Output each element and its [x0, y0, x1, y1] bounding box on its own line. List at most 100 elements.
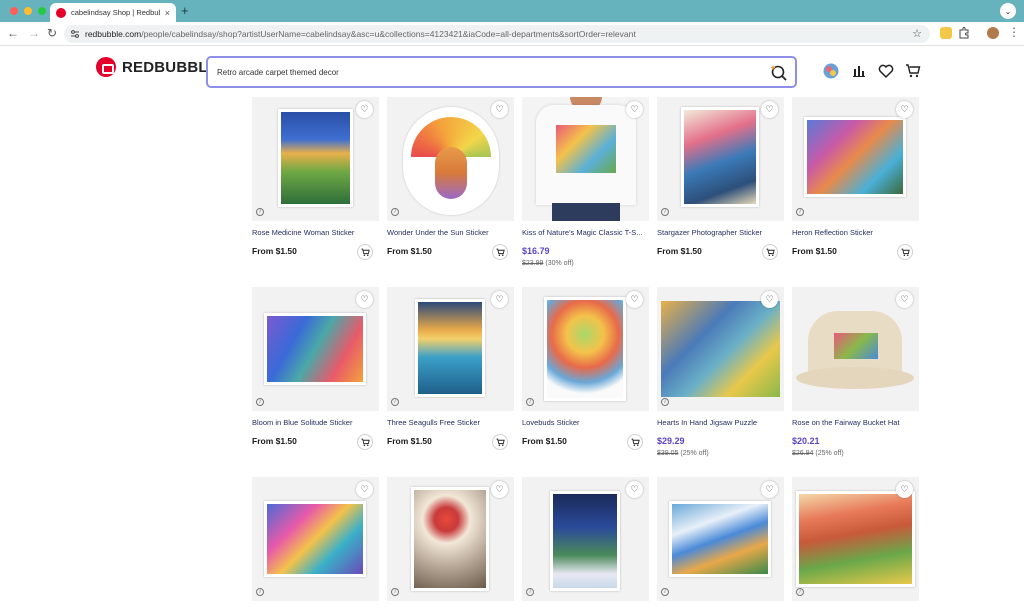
- product-image[interactable]: ♡: [792, 287, 919, 411]
- product-image[interactable]: ♡ i: [252, 477, 379, 601]
- product-image[interactable]: ♡ i: [387, 287, 514, 411]
- product-title[interactable]: Bloom in Blue Solitude Sticker: [252, 418, 379, 427]
- product-image[interactable]: ♡ i: [522, 477, 649, 601]
- close-window-button[interactable]: [10, 7, 18, 15]
- heart-icon[interactable]: ♡: [356, 481, 373, 498]
- heart-icon[interactable]: ♡: [761, 481, 778, 498]
- product-title[interactable]: Rose on the Fairway Bucket Hat: [792, 418, 919, 427]
- product-image[interactable]: ♡ i: [522, 287, 649, 411]
- product-title[interactable]: Wonder Under the Sun Sticker: [387, 228, 514, 237]
- product-price: From $1.50: [522, 436, 567, 446]
- minimize-window-button[interactable]: [24, 7, 32, 15]
- cart-icon[interactable]: [905, 63, 921, 79]
- browser-tabbar: cabelindsay Shop | Redbubble × + ⌄: [0, 0, 1024, 22]
- add-to-cart-icon[interactable]: [897, 244, 913, 260]
- product-title[interactable]: Stargazer Photographer Sticker: [657, 228, 784, 237]
- product-title[interactable]: Heron Reflection Sticker: [792, 228, 919, 237]
- heart-icon[interactable]: ♡: [491, 481, 508, 498]
- product-image[interactable]: ♡: [522, 97, 649, 221]
- product-title[interactable]: Hearts In Hand Jigsaw Puzzle: [657, 418, 784, 427]
- address-bar[interactable]: redbubble.com/people/cabelindsay/shop?ar…: [64, 25, 930, 43]
- add-to-cart-icon[interactable]: [492, 244, 508, 260]
- maximize-window-button[interactable]: [38, 7, 46, 15]
- bookmark-star-icon[interactable]: ☆: [912, 27, 922, 40]
- info-icon[interactable]: i: [796, 588, 804, 596]
- info-icon[interactable]: i: [661, 208, 669, 216]
- info-icon[interactable]: i: [661, 588, 669, 596]
- product-image[interactable]: ♡ i: [387, 97, 514, 221]
- heart-icon[interactable]: ♡: [761, 291, 778, 308]
- heart-icon[interactable]: ♡: [356, 101, 373, 118]
- new-tab-button[interactable]: +: [181, 3, 189, 18]
- original-price: $26.94 (25% off): [792, 450, 844, 457]
- extensions-puzzle-icon[interactable]: [958, 27, 970, 39]
- heart-icon[interactable]: ♡: [491, 101, 508, 118]
- product-price: $29.29: [657, 436, 685, 446]
- extension-icon[interactable]: [940, 27, 952, 39]
- product-price: From $1.50: [792, 246, 837, 256]
- info-icon[interactable]: i: [796, 208, 804, 216]
- add-to-cart-icon[interactable]: [357, 244, 373, 260]
- redbubble-logo[interactable]: REDBUBBLE: [96, 57, 218, 77]
- search-input[interactable]: Retro arcade carpet themed decor: [206, 56, 797, 88]
- heart-icon[interactable]: ♡: [491, 291, 508, 308]
- info-icon[interactable]: i: [256, 208, 264, 216]
- product-image[interactable]: ♡ i: [657, 287, 784, 411]
- heart-icon[interactable]: ♡: [356, 291, 373, 308]
- dashboard-bars-icon[interactable]: [851, 63, 867, 79]
- add-to-cart-icon[interactable]: [357, 434, 373, 450]
- add-to-cart-icon[interactable]: [762, 244, 778, 260]
- product-price: From $1.50: [252, 246, 297, 256]
- info-icon[interactable]: i: [391, 398, 399, 406]
- info-icon[interactable]: i: [526, 398, 534, 406]
- product-price: From $1.50: [657, 246, 702, 256]
- add-to-cart-icon[interactable]: [627, 434, 643, 450]
- search-value: Retro arcade carpet themed decor: [217, 67, 339, 77]
- window-controls: [10, 7, 46, 15]
- info-icon[interactable]: i: [391, 588, 399, 596]
- discount-label: (30% off): [545, 260, 574, 267]
- product-price: $20.21: [792, 436, 820, 446]
- tab-close-icon[interactable]: ×: [165, 8, 170, 18]
- reload-icon[interactable]: ↻: [47, 26, 57, 40]
- product-title[interactable]: Kiss of Nature's Magic Classic T-S...: [522, 228, 649, 237]
- forward-arrow-icon[interactable]: →: [28, 26, 40, 40]
- original-price: $39.05 (25% off): [657, 450, 709, 457]
- product-image[interactable]: ♡ i: [252, 287, 379, 411]
- product-image[interactable]: ♡ i: [657, 477, 784, 601]
- heart-icon[interactable]: ♡: [896, 291, 913, 308]
- product-image[interactable]: ♡ i: [792, 97, 919, 221]
- info-icon[interactable]: i: [256, 398, 264, 406]
- site-settings-icon[interactable]: [70, 29, 80, 39]
- heart-icon[interactable]: ♡: [626, 291, 643, 308]
- heart-icon[interactable]: ♡: [761, 101, 778, 118]
- heart-icon[interactable]: ♡: [626, 101, 643, 118]
- account-avatar-icon[interactable]: [823, 63, 839, 79]
- info-icon[interactable]: i: [256, 588, 264, 596]
- info-icon[interactable]: i: [526, 588, 534, 596]
- url-host: redbubble.com: [85, 29, 142, 39]
- browser-tab[interactable]: cabelindsay Shop | Redbubble ×: [50, 3, 176, 22]
- product-title[interactable]: Rose Medicine Woman Sticker: [252, 228, 379, 237]
- product-image[interactable]: ♡ i: [792, 477, 919, 601]
- product-title[interactable]: Three Seagulls Free Sticker: [387, 418, 514, 427]
- browser-menu-icon[interactable]: ⋮: [1008, 25, 1020, 39]
- profile-avatar[interactable]: [987, 27, 999, 39]
- info-icon[interactable]: i: [661, 398, 669, 406]
- add-to-cart-icon[interactable]: [492, 434, 508, 450]
- product-price: From $1.50: [387, 436, 432, 446]
- heart-icon[interactable]: ♡: [896, 481, 913, 498]
- product-image[interactable]: ♡ i: [657, 97, 784, 221]
- product-image[interactable]: ♡ i: [387, 477, 514, 601]
- url-path: /people/cabelindsay/shop?artistUserName=…: [141, 29, 636, 39]
- product-image[interactable]: ♡ i: [252, 97, 379, 221]
- product-price: $16.79: [522, 246, 550, 256]
- heart-icon[interactable]: ♡: [626, 481, 643, 498]
- info-icon[interactable]: i: [391, 208, 399, 216]
- tab-search-button[interactable]: ⌄: [1000, 3, 1016, 19]
- heart-icon[interactable]: ♡: [896, 101, 913, 118]
- back-arrow-icon[interactable]: ←: [7, 26, 19, 40]
- product-title[interactable]: Lovebuds Sticker: [522, 418, 649, 427]
- heart-icon[interactable]: [878, 63, 894, 79]
- search-icon[interactable]: [769, 63, 789, 83]
